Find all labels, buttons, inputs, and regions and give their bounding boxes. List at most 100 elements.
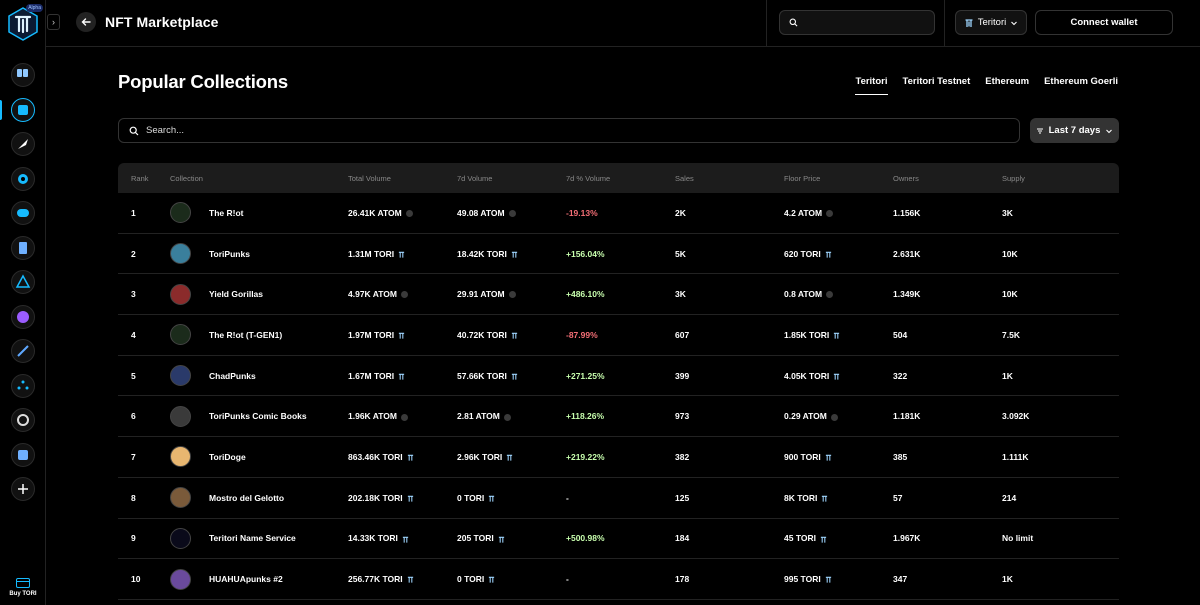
rank-cell: 9 [131,533,136,544]
column-header[interactable]: Floor Price [784,174,893,183]
sidebar-item-marketplace[interactable] [0,93,46,128]
period-filter-label: Last 7 days [1048,125,1101,136]
collection-cell: HUAHUApunks #2 [170,568,348,590]
sidebar-item-rocket-app[interactable] [0,334,46,369]
table-row[interactable]: 5 ChadPunks 1.67M TORI 57.66K TORI +271.25% 3… [118,356,1119,397]
period-filter-button[interactable]: Last 7 days [1030,118,1119,143]
column-header[interactable]: Supply [1002,174,1119,183]
top-search-input[interactable] [779,10,935,35]
total-volume-cell: 1.67M TORI [348,371,457,381]
network-selector[interactable]: Teritori [955,10,1027,35]
sidebar-expand-button[interactable]: › [47,14,60,30]
tab-teritori[interactable]: Teritori [855,76,888,95]
table-row[interactable]: 1 The R!ot 26.41K ATOM 49.08 ATOM -19.13% 2K 4… [118,193,1119,234]
total-volume-value: 256.77K TORI [348,574,403,585]
search-placeholder: Search... [146,125,185,136]
connect-wallet-button[interactable]: Connect wallet [1035,10,1173,35]
sales-cell: 2K [675,207,686,218]
sidebar-nav [0,58,46,507]
floor-price-cell: 4.05K TORI [784,371,893,381]
dapp-store-icon [11,63,35,88]
tori-coin-icon [407,495,413,502]
column-header[interactable]: 7d Volume [457,174,566,183]
sidebar-item-gradient-app[interactable] [0,300,46,335]
sales-cell: 3K [675,289,686,300]
floor-price-cell: 0.8 ATOM [784,289,893,299]
collections-table: Rank Collection Total Volume 7d Volume 7… [118,163,1119,600]
table-row[interactable]: 7 ToriDoge 863.46K TORI 2.96K TORI +219.22% 3… [118,437,1119,478]
atom-coin-icon [400,291,408,299]
table-row[interactable]: 8 Mostro del Gelotto 202.18K TORI 0 TORI - 12… [118,478,1119,519]
sales-cell: 382 [675,451,690,462]
volume-7d-value: 2.81 ATOM [457,411,500,422]
table-body: 1 The R!ot 26.41K ATOM 49.08 ATOM -19.13% 2K 4… [118,193,1119,600]
volume-7d-percent-cell: +118.26% [566,411,605,422]
floor-price-value: 900 TORI [784,451,821,462]
sidebar-item-social[interactable] [0,196,46,231]
tori-coin-icon [407,455,413,461]
volume-7d-cell: 0 TORI [457,574,566,584]
tab-teritori-testnet[interactable]: Teritori Testnet [903,76,971,95]
supply-cell: 1K [1002,574,1013,585]
volume-7d-value: 18.42K TORI [457,248,507,259]
rank-cell: 3 [131,289,136,300]
tori-coin-icon [399,251,405,258]
section-title: Popular Collections [118,71,288,92]
filter-icon [1036,128,1043,133]
sidebar-item-explore[interactable] [0,162,46,197]
floor-price-value: 0.8 ATOM [784,289,823,300]
sidebar-item-launchpad[interactable] [0,127,46,162]
gradient-app-icon [11,304,35,329]
collection-cell: Mostro del Gelotto [170,487,348,509]
tab-ethereum-goerli[interactable]: Ethereum Goerli [1044,76,1118,95]
search-icon [129,126,139,135]
table-row[interactable]: 9 Teritori Name Service 14.33K TORI 205 TOR… [118,519,1119,560]
tori-coin-icon [511,332,518,339]
column-header[interactable]: Collection [170,174,348,183]
ring-app-icon [11,408,35,433]
rocket-app-icon [11,339,35,364]
table-row[interactable]: 4 The R!ot (T-GEN1) 1.97M TORI 40.72K TORI -… [118,315,1119,356]
teritori-logo[interactable]: Alpha [5,4,43,42]
sidebar-item-teritori-app[interactable] [0,265,46,300]
buy-tori-button[interactable]: Buy TORI [0,578,46,597]
sidebar-item-document[interactable] [0,231,46,266]
collection-avatar [170,202,191,224]
collection-search-input[interactable]: Search... [118,118,1020,143]
column-header[interactable]: Sales [675,174,784,183]
total-volume-value: 4.97K ATOM [348,289,397,300]
volume-7d-percent-cell: +500.98% [566,533,605,544]
sidebar-item-dapp-store[interactable] [0,58,46,93]
tab-ethereum[interactable]: Ethereum [985,76,1029,95]
sidebar-item-book-app[interactable] [0,438,46,473]
tori-coin-icon [399,373,405,380]
column-header[interactable]: Owners [893,174,1002,183]
back-button[interactable] [76,12,96,32]
supply-cell: 3.092K [1002,411,1030,422]
table-row[interactable]: 6 ToriPunks Comic Books 1.96K ATOM 2.81 ATO… [118,396,1119,438]
collection-avatar [170,487,191,509]
collection-avatar [170,527,191,549]
total-volume-value: 202.18K TORI [348,492,403,503]
column-header[interactable]: 7d % Volume [566,174,675,183]
tori-coin-icon [822,495,828,502]
column-header[interactable]: Rank [118,174,170,183]
table-row[interactable]: 2 ToriPunks 1.31M TORI 18.42K TORI +156.04% 5… [118,234,1119,275]
column-header[interactable]: Total Volume [348,174,457,183]
volume-7d-percent-cell: +271.25% [566,370,605,381]
collection-name: Mostro del Gelotto [209,492,285,503]
table-row[interactable]: 10 HUAHUApunks #2 256.77K TORI 0 TORI - 178 99… [118,559,1119,600]
sidebar-item-ring-app[interactable] [0,403,46,438]
sidebar-item-add[interactable] [0,472,46,507]
collection-cell: The R!ot (T-GEN1) [170,324,348,346]
collection-avatar [170,405,191,427]
supply-cell: No limit [1002,533,1034,544]
collection-avatar [170,324,191,346]
collection-name: ChadPunks [209,370,256,381]
social-icon [11,201,35,226]
table-row[interactable]: 3 Yield Gorillas 4.97K ATOM 29.91 ATOM +486.… [118,274,1119,316]
topbar: › NFT Marketplace Teritori Connect walle… [46,0,1200,47]
tori-coin-icon [820,536,827,543]
collection-cell: The R!ot [170,202,348,224]
sidebar-item-dots-app[interactable] [0,369,46,404]
